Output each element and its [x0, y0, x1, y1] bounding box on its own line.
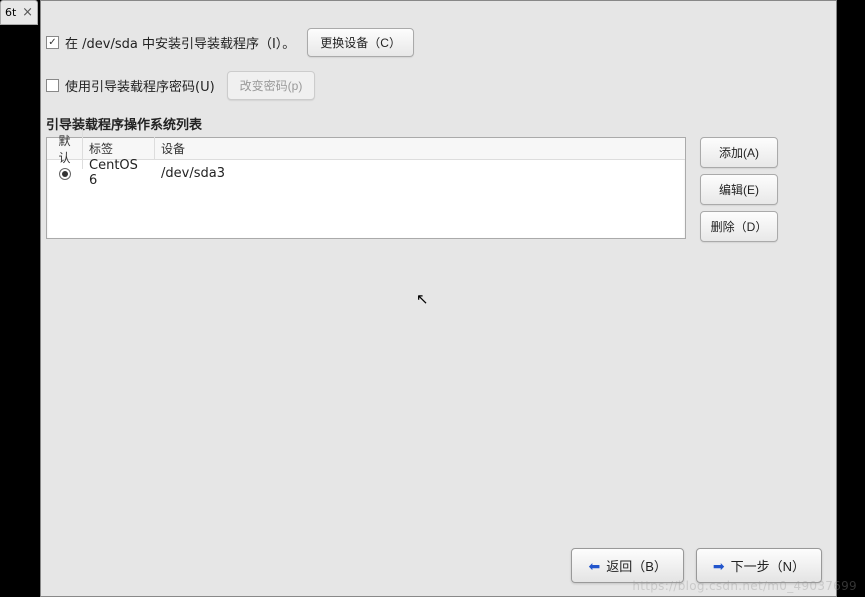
- arrow-left-icon: ⬅: [588, 559, 600, 573]
- use-password-label: 使用引导装载程序密码(U): [65, 76, 215, 95]
- install-bootloader-label: 在 /dev/sda 中安装引导装载程序（I）。: [65, 33, 295, 52]
- outer-frame: 6t × 在 /dev/sda 中安装引导装载程序（I）。 更换设备（C） 使用…: [0, 0, 865, 597]
- table-row[interactable]: CentOS 6 /dev/sda3: [47, 160, 685, 186]
- col-header-device[interactable]: 设备: [155, 137, 685, 160]
- cursor-icon: ↖: [416, 290, 429, 308]
- use-password-row: 使用引导装载程序密码(U) 改变密码(p): [46, 71, 832, 100]
- change-password-button: 改变密码(p): [227, 71, 316, 100]
- os-list-title: 引导装载程序操作系统列表: [46, 114, 832, 133]
- next-button-label: 下一步（N）: [731, 556, 805, 575]
- change-device-button[interactable]: 更换设备（C）: [307, 28, 414, 57]
- side-buttons: 添加(A) 编辑(E) 删除（D）: [700, 137, 778, 242]
- close-icon[interactable]: ×: [22, 5, 33, 20]
- next-button[interactable]: ➡ 下一步（N）: [696, 548, 822, 583]
- content-area: 在 /dev/sda 中安装引导装载程序（I）。 更换设备（C） 使用引导装载程…: [46, 28, 832, 593]
- os-list-wrap: 默认 标签 设备 CentOS 6 /dev/sda3 添加(A) 编辑(E) …: [46, 137, 832, 242]
- arrow-right-icon: ➡: [713, 559, 725, 573]
- install-bootloader-row: 在 /dev/sda 中安装引导装载程序（I）。 更换设备（C）: [46, 28, 832, 57]
- add-button[interactable]: 添加(A): [700, 137, 778, 168]
- default-os-radio[interactable]: [59, 168, 71, 180]
- edit-button[interactable]: 编辑(E): [700, 174, 778, 205]
- os-table: 默认 标签 设备 CentOS 6 /dev/sda3: [46, 137, 686, 239]
- tab-label: 6t: [5, 6, 16, 19]
- window-tab[interactable]: 6t ×: [0, 0, 38, 25]
- footer-buttons: ⬅ 返回（B） ➡ 下一步（N）: [571, 548, 822, 583]
- os-device-cell: /dev/sda3: [155, 163, 685, 184]
- os-label-cell: CentOS 6: [83, 155, 155, 191]
- use-password-checkbox[interactable]: [46, 79, 59, 92]
- back-button[interactable]: ⬅ 返回（B）: [571, 548, 683, 583]
- back-button-label: 返回（B）: [606, 556, 667, 575]
- install-bootloader-checkbox[interactable]: [46, 36, 59, 49]
- delete-button[interactable]: 删除（D）: [700, 211, 778, 242]
